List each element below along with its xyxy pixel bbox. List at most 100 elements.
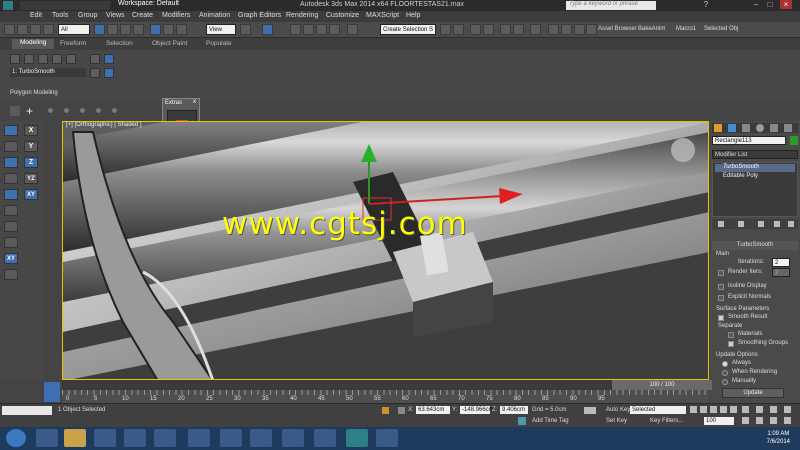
render-iters-spinner[interactable]: 2 xyxy=(772,268,790,277)
track-bar[interactable]: 0 5 10 15 20 25 30 35 40 45 50 55 60 65 … xyxy=(62,390,709,403)
current-frame-field[interactable]: 100 xyxy=(704,417,734,425)
goto-start-icon[interactable] xyxy=(690,406,697,413)
zoom-extents-all-icon[interactable] xyxy=(784,406,791,413)
ribbon-tool-icon[interactable] xyxy=(66,54,76,64)
render-production-icon[interactable] xyxy=(574,24,585,35)
ie-icon[interactable] xyxy=(36,429,58,447)
mini-curve-editor-icon[interactable] xyxy=(44,382,60,402)
percent-snap-icon[interactable] xyxy=(316,24,327,35)
motion-tab-icon[interactable] xyxy=(756,124,764,132)
time-slider-handle[interactable]: 100 / 100 xyxy=(612,380,712,390)
pivot-center-icon[interactable] xyxy=(240,24,251,35)
tab-populate[interactable]: Populate xyxy=(206,40,232,47)
menu-create[interactable]: Create xyxy=(132,12,153,19)
tool-icon[interactable] xyxy=(4,173,18,184)
smooth-result-checkbox[interactable] xyxy=(718,315,724,321)
system-clock[interactable]: 1:09 AM 7/6/2014 xyxy=(767,430,790,446)
select-by-name-icon[interactable] xyxy=(107,24,118,35)
lock-icon[interactable] xyxy=(382,407,389,414)
isoline-display-checkbox[interactable] xyxy=(718,284,724,290)
ribbon-tool-icon[interactable] xyxy=(90,54,100,64)
select-manipulate-icon[interactable] xyxy=(262,24,273,35)
z-coordinate-field[interactable]: 9.406cm xyxy=(500,406,528,414)
remove-modifier-icon[interactable] xyxy=(774,221,780,227)
brush-icon[interactable] xyxy=(10,106,20,116)
render-setup-icon[interactable] xyxy=(548,24,559,35)
configure-sets-icon[interactable] xyxy=(788,221,794,227)
hierarchy-tab-icon[interactable] xyxy=(742,124,750,132)
app-logo-icon[interactable] xyxy=(3,1,13,10)
help-icon[interactable]: ? xyxy=(700,0,712,9)
tab-object-paint[interactable]: Object Paint xyxy=(152,40,187,47)
key-icon[interactable] xyxy=(584,407,596,414)
rendered-frame-icon[interactable] xyxy=(561,24,572,35)
tool-icon[interactable] xyxy=(4,157,18,168)
menu-animation[interactable]: Animation xyxy=(199,12,230,19)
viewport-label[interactable]: [+] [Orthographic] [ Shaded ] xyxy=(66,122,142,128)
menu-views[interactable]: Views xyxy=(106,12,125,19)
time-tag-icon[interactable] xyxy=(518,417,526,425)
bake-anim-label[interactable]: BakeAnim xyxy=(638,26,665,32)
viewport[interactable] xyxy=(62,121,709,380)
polygon-modeling-label[interactable]: Polygon Modeling xyxy=(10,90,58,96)
materials-checkbox[interactable] xyxy=(728,332,734,338)
selected-obj-label[interactable]: Selected Obj xyxy=(704,26,738,32)
add-icon[interactable]: + xyxy=(26,104,33,118)
object-name-field[interactable]: Rectangle113 xyxy=(712,136,786,145)
mirror-icon[interactable] xyxy=(440,24,451,35)
app-icon[interactable] xyxy=(188,429,210,447)
menu-maxscript[interactable]: MAXScript xyxy=(366,12,399,19)
field-of-view-icon[interactable] xyxy=(742,417,749,424)
app-icon[interactable] xyxy=(250,429,272,447)
rotate-icon[interactable] xyxy=(163,24,174,35)
utilities-tab-icon[interactable] xyxy=(784,124,792,132)
move-icon[interactable] xyxy=(150,24,161,35)
menu-rendering[interactable]: Rendering xyxy=(286,12,318,19)
modifier-stack-label[interactable]: 1: TurboSmooth xyxy=(10,68,86,77)
axis-x-button[interactable]: X xyxy=(24,125,38,136)
manually-radio[interactable] xyxy=(722,379,728,385)
axis-yz-button[interactable]: YZ xyxy=(24,173,38,184)
make-unique-icon[interactable] xyxy=(758,221,764,227)
scale-icon[interactable] xyxy=(176,24,187,35)
selection-filter-dropdown[interactable]: All xyxy=(58,24,90,35)
media-player-icon[interactable] xyxy=(94,429,116,447)
axis-y-button[interactable]: Y xyxy=(24,141,38,152)
x-coordinate-field[interactable]: 63.643cm xyxy=(416,406,450,414)
menu-edit[interactable]: Edit xyxy=(30,12,42,19)
ribbon-tool-icon[interactable] xyxy=(90,68,100,78)
align-icon[interactable] xyxy=(453,24,464,35)
orbit-icon[interactable] xyxy=(770,417,777,424)
tool-icon[interactable] xyxy=(4,125,18,136)
previous-frame-icon[interactable] xyxy=(700,406,707,413)
ribbon-tool-icon[interactable] xyxy=(24,54,34,64)
smoothing-groups-checkbox[interactable] xyxy=(728,341,734,347)
maximize-viewport-icon[interactable] xyxy=(784,417,791,424)
zoom-all-icon[interactable] xyxy=(756,406,763,413)
menu-help[interactable]: Help xyxy=(406,12,420,19)
display-tab-icon[interactable] xyxy=(770,124,778,132)
zoom-extents-icon[interactable] xyxy=(770,406,777,413)
object-color-swatch[interactable] xyxy=(790,136,798,145)
always-radio[interactable] xyxy=(722,361,728,367)
tab-selection[interactable]: Selection xyxy=(106,40,133,47)
set-key-button[interactable]: Set Key xyxy=(606,418,627,424)
zoom-icon[interactable] xyxy=(742,406,749,413)
spinner-snap-icon[interactable] xyxy=(329,24,340,35)
minimize-button[interactable]: – xyxy=(750,0,762,9)
next-frame-icon[interactable] xyxy=(720,406,727,413)
menu-tools[interactable]: Tools xyxy=(52,12,68,19)
stack-item-editable-poly[interactable]: Editable Poly xyxy=(715,173,795,181)
named-selection-set-dropdown[interactable]: Create Selection S xyxy=(380,24,436,35)
stack-item-turbosmooth[interactable]: TurboSmooth xyxy=(715,164,795,172)
update-button[interactable]: Update xyxy=(722,388,784,398)
reference-coordinate-dropdown[interactable]: View xyxy=(206,24,236,35)
material-editor-icon[interactable] xyxy=(530,24,541,35)
axis-xy-button[interactable]: XY xyxy=(4,253,18,264)
ribbon-tool-icon[interactable] xyxy=(104,54,114,64)
absolute-mode-icon[interactable] xyxy=(398,407,405,414)
undo-icon[interactable] xyxy=(4,24,15,35)
tool-icon[interactable] xyxy=(4,189,18,200)
show-end-result-icon[interactable] xyxy=(738,221,744,227)
app-icon[interactable] xyxy=(314,429,336,447)
